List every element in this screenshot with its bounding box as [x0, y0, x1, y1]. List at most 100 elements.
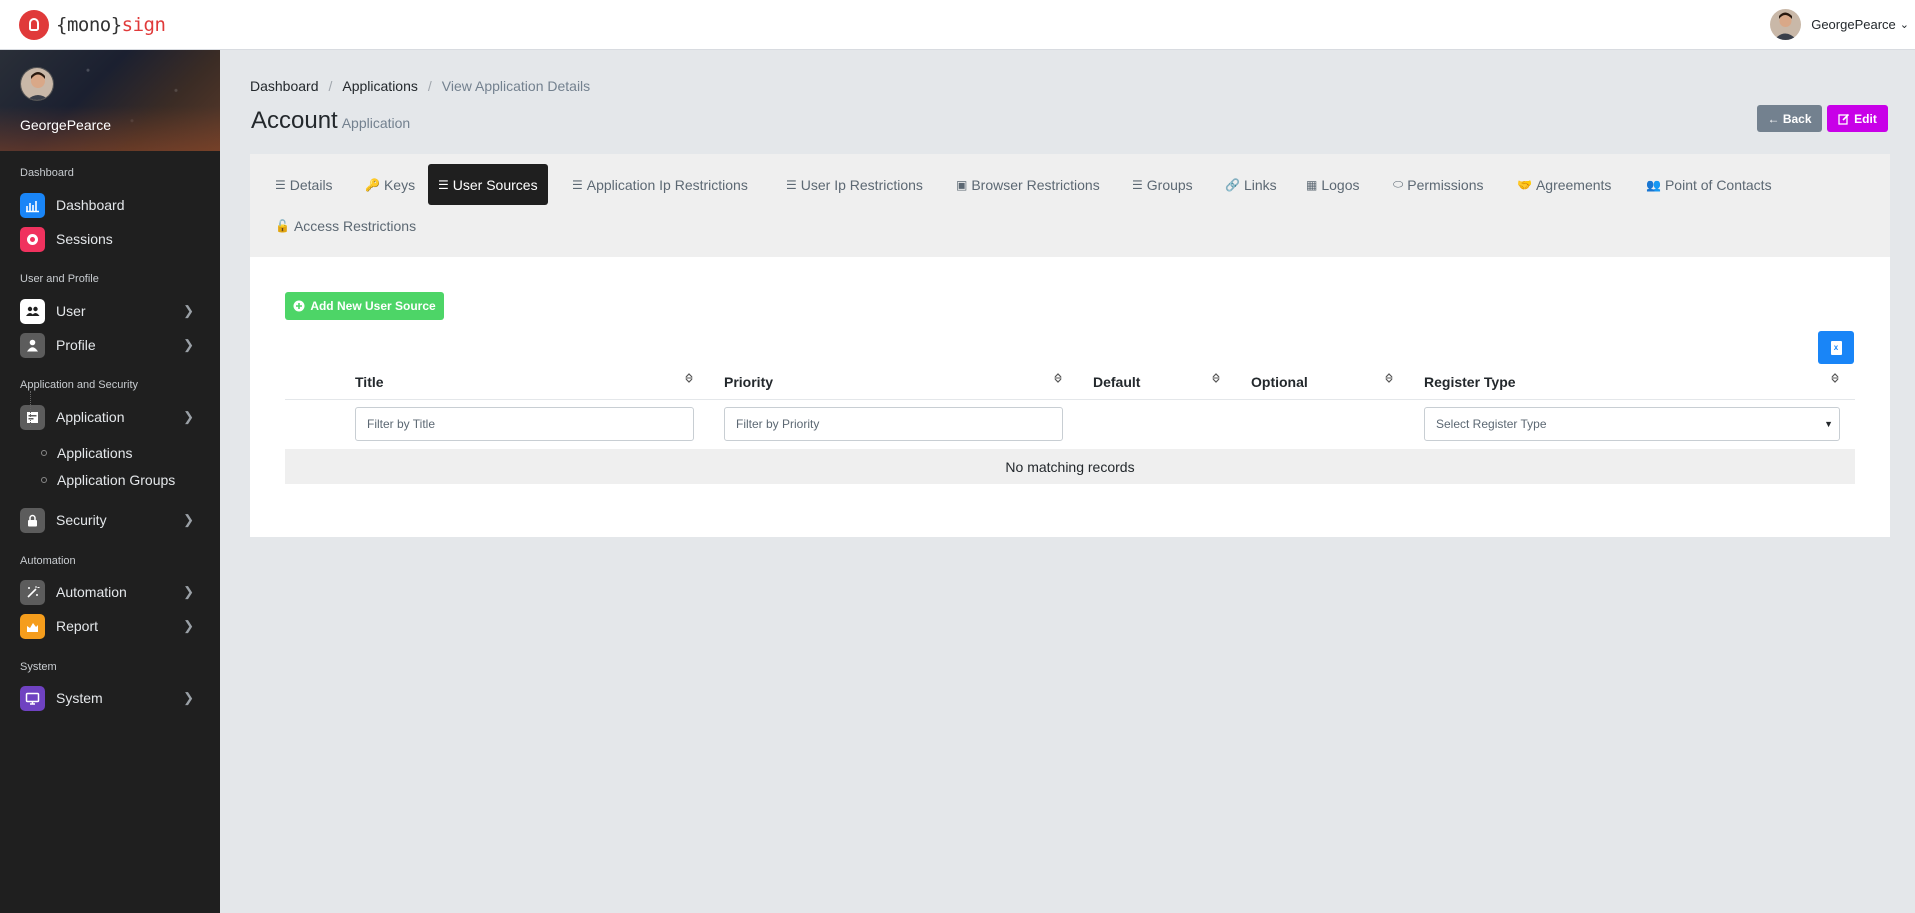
tab-label: User Ip Restrictions: [800, 176, 923, 193]
top-navbar: {mono}sign GeorgePearce ⌄: [0, 0, 1915, 50]
toggle-icon: ⬭: [1393, 177, 1404, 191]
select-value: Select Register Type: [1436, 417, 1547, 431]
tab-access-restrictions[interactable]: 🔓 Access Restrictions: [265, 205, 426, 246]
lock-icon: [20, 507, 45, 533]
tab-agreements[interactable]: 🤝 Agreements: [1507, 164, 1621, 205]
tab-label: Browser Restrictions: [971, 176, 1100, 193]
column-header-priority[interactable]: Priority: [724, 374, 773, 390]
column-header-default[interactable]: Default: [1093, 374, 1140, 390]
sidebar-subitem-application-groups[interactable]: Application Groups: [0, 469, 220, 491]
user-menu[interactable]: GeorgePearce ⌄: [1770, 9, 1909, 40]
plus-circle-icon: [293, 300, 305, 312]
users-icon: 👥: [1646, 177, 1661, 192]
breadcrumb: Dashboard / Applications / View Applicat…: [250, 78, 591, 94]
tab-label: Links: [1243, 176, 1277, 193]
brand-logo[interactable]: {mono}sign: [19, 9, 166, 40]
list-icon: ☰: [275, 177, 286, 192]
sidebar-item-user[interactable]: User ❯: [0, 297, 220, 325]
tab-label: Keys: [383, 176, 416, 193]
sidebar-item-system[interactable]: System ❯: [0, 684, 220, 712]
empty-table-message: No matching records: [285, 449, 1855, 484]
list-icon: ☰: [1132, 177, 1143, 192]
tab-label: Groups: [1146, 176, 1193, 193]
chevron-right-icon: ❯: [183, 337, 194, 352]
tab-label: Details: [289, 176, 333, 193]
handshake-icon: 🤝: [1517, 177, 1532, 192]
sort-icon[interactable]: [684, 371, 694, 385]
list-icon: ☰: [572, 177, 583, 192]
link-icon: 🔗: [1225, 177, 1240, 192]
tab-user-ip-restrictions[interactable]: ☰ User Ip Restrictions: [776, 164, 933, 205]
page-title-text: Account: [251, 107, 338, 134]
sidebar-profile-header: GeorgePearce: [0, 50, 220, 151]
key-icon: 🔑: [365, 177, 380, 192]
window-icon: [20, 404, 45, 430]
tab-application-ip-restrictions[interactable]: ☰ Application Ip Restrictions: [562, 164, 758, 205]
tab-links[interactable]: 🔗 Links: [1215, 164, 1287, 205]
monitor-icon: [20, 685, 45, 711]
export-excel-button[interactable]: x: [1818, 331, 1854, 364]
sidebar-item-label: Dashboard: [56, 197, 125, 213]
sidebar-user-name: GeorgePearce: [20, 117, 112, 133]
back-button[interactable]: ← Back: [1757, 105, 1822, 132]
sort-icon[interactable]: [1830, 371, 1840, 385]
tab-label: Application Ip Restrictions: [586, 176, 748, 193]
list-icon: ☰: [438, 177, 449, 192]
tab-permissions[interactable]: ⬭ Permissions: [1383, 164, 1494, 205]
bullet-icon: [41, 477, 47, 483]
page-title: Account Application: [251, 107, 410, 135]
tab-user-sources[interactable]: ☰ User Sources: [428, 164, 548, 205]
sidebar-item-security[interactable]: Security ❯: [0, 506, 220, 534]
file-excel-icon: x: [1830, 340, 1842, 355]
column-header-optional[interactable]: Optional: [1251, 374, 1308, 390]
register-type-select[interactable]: Select Register Type ▼: [1424, 407, 1840, 441]
column-header-title[interactable]: Title: [355, 374, 384, 390]
page-subtitle: Application: [341, 115, 411, 131]
tab-browser-restrictions[interactable]: ▣ Browser Restrictions: [946, 164, 1110, 205]
tab-point-of-contacts[interactable]: 👥 Point of Contacts: [1636, 164, 1782, 205]
sidebar-item-dashboard[interactable]: Dashboard: [0, 191, 220, 219]
application-details-card: ☰ Details 🔑 Keys ☰ User Sources ☰ Applicatio…: [250, 154, 1890, 537]
column-header-register-type[interactable]: Register Type: [1424, 374, 1516, 390]
area-chart-icon: [20, 613, 45, 639]
sidebar-item-sessions[interactable]: Sessions: [0, 225, 220, 253]
section-system: System: [20, 661, 57, 673]
sidebar-item-application[interactable]: Application ❯: [0, 403, 220, 431]
user-icon: [20, 332, 45, 358]
add-button-label: Add New User Source: [310, 299, 436, 313]
sidebar-item-profile[interactable]: Profile ❯: [0, 331, 220, 359]
chart-icon: [20, 192, 45, 218]
tab-details[interactable]: ☰ Details: [265, 164, 343, 205]
chevron-right-icon: ❯: [183, 409, 194, 424]
record-icon: [20, 226, 45, 252]
sort-icon[interactable]: [1384, 371, 1394, 385]
sidebar-item-label: Application Groups: [57, 472, 176, 488]
chevron-right-icon: ❯: [183, 690, 194, 705]
breadcrumb-dashboard[interactable]: Dashboard: [250, 78, 319, 94]
chevron-down-icon: ⌄: [1899, 19, 1909, 31]
tab-logos[interactable]: ▦ Logos: [1296, 164, 1370, 205]
sort-icon[interactable]: [1053, 371, 1063, 385]
tab-label: Logos: [1321, 176, 1360, 193]
filter-title-input[interactable]: Filter by Title: [355, 407, 694, 441]
sidebar-item-report[interactable]: Report ❯: [0, 612, 220, 640]
chevron-right-icon: ❯: [183, 512, 194, 527]
filter-priority-input[interactable]: Filter by Priority: [724, 407, 1063, 441]
tab-keys[interactable]: 🔑 Keys: [355, 164, 425, 205]
edit-button[interactable]: Edit: [1827, 105, 1888, 132]
tab-label: Access Restrictions: [293, 217, 417, 234]
caret-down-icon: ▼: [1824, 419, 1833, 429]
avatar[interactable]: [20, 67, 54, 101]
sort-icon[interactable]: [1211, 371, 1221, 385]
tab-groups[interactable]: ☰ Groups: [1122, 164, 1203, 205]
chevron-right-icon: ❯: [183, 618, 194, 633]
magic-wand-icon: [20, 579, 45, 605]
add-user-source-button[interactable]: Add New User Source: [285, 292, 444, 320]
sidebar-item-label: Security: [56, 512, 107, 528]
section-app-security: Application and Security: [20, 379, 139, 391]
sidebar-item-label: Applications: [57, 445, 133, 461]
sidebar-subitem-applications[interactable]: Applications: [0, 442, 220, 464]
breadcrumb-applications[interactable]: Applications: [342, 78, 418, 94]
edit-label: Edit: [1854, 111, 1877, 126]
sidebar-item-automation[interactable]: Automation ❯: [0, 578, 220, 606]
